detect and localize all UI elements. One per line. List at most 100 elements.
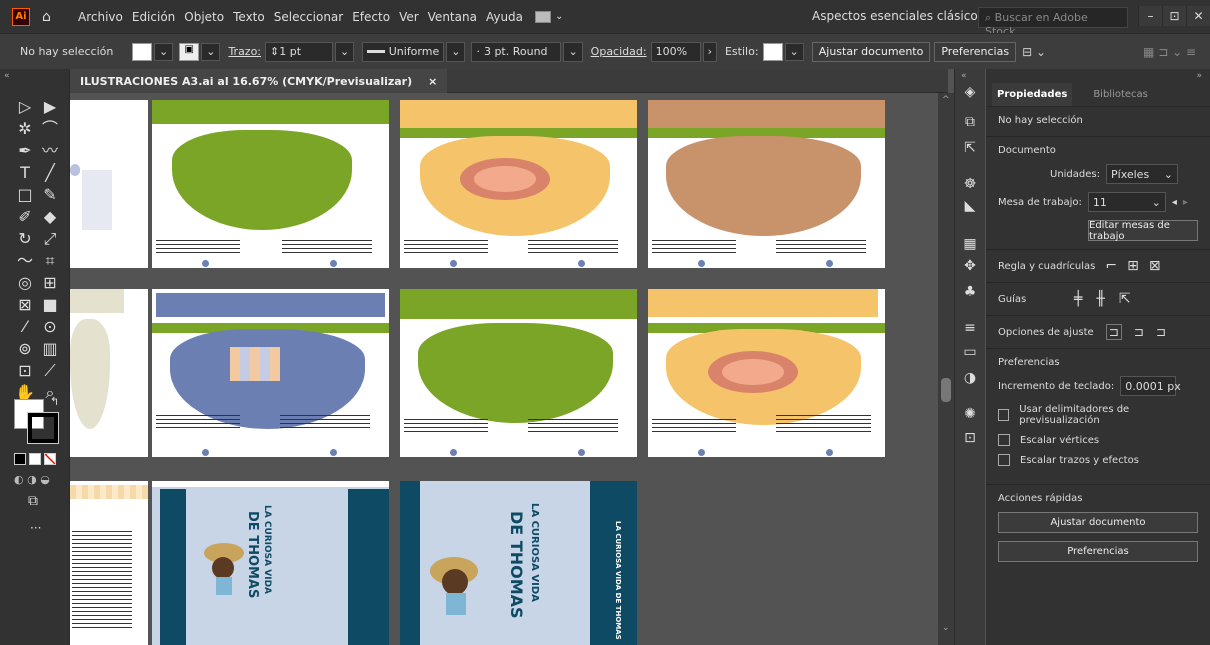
artboard-orange-2[interactable] (648, 289, 885, 457)
variable-width-profile[interactable]: Uniforme (362, 41, 445, 62)
checkbox[interactable] (998, 454, 1010, 466)
style-swatch[interactable] (762, 42, 783, 61)
symbols-icon[interactable]: ♣ (961, 283, 979, 301)
pen-tool-icon[interactable]: ✒ (14, 141, 36, 160)
brushes-icon[interactable]: ✥ (961, 257, 979, 275)
artboards-icon[interactable]: ⧉ (961, 113, 979, 131)
stroke-label[interactable]: Trazo: (228, 45, 261, 58)
color-guide-icon[interactable]: ✺ (961, 405, 979, 423)
vertical-scrollbar[interactable]: ^ ⌄ (938, 93, 954, 645)
menu-edicion[interactable]: Edición (132, 10, 175, 24)
shape-builder-icon[interactable]: ◎ (14, 273, 36, 292)
warp-tool-icon[interactable]: 〜 (14, 251, 36, 270)
artboard-green-2[interactable] (400, 289, 637, 457)
paintbrush-icon[interactable]: ✎ (39, 185, 61, 204)
eyedropper-icon[interactable]: ⁄ (14, 317, 36, 336)
smart-guides-icon[interactable]: ⇱ (1119, 291, 1131, 307)
stroke-weight-dropdown[interactable]: ⌄ (335, 41, 355, 62)
workspace-switcher[interactable]: Aspectos esenciales clásicos ⌄ (812, 9, 998, 23)
artboard-dropdown[interactable]: 11 ⌄ (1087, 192, 1166, 212)
snap-pixel-icon[interactable]: ⊐ (1134, 325, 1144, 339)
stroke-panel-icon[interactable]: ≡ (961, 319, 979, 337)
align-icon[interactable]: ⊟ ⌄ (1022, 45, 1046, 59)
mesh-tool-icon[interactable]: ⊠ (14, 295, 36, 314)
guides-icon[interactable]: ╪ (1074, 291, 1082, 307)
slice-tool-icon[interactable]: ⟋ (39, 361, 61, 380)
swatches-icon[interactable]: ▦ (961, 235, 979, 253)
quick-prefs-button[interactable]: Preferencias (998, 541, 1198, 562)
units-dropdown[interactable]: Píxeles ⌄ (1106, 164, 1178, 184)
more-tools-icon[interactable]: ··· (30, 521, 41, 535)
line-tool-icon[interactable]: ╱ (39, 163, 61, 182)
pixel-grid-icon[interactable]: ⊠ (1149, 258, 1161, 274)
artboard-partial-left[interactable] (70, 100, 148, 268)
asset-export-icon[interactable]: ⇱ (961, 139, 979, 157)
next-artboard-icon[interactable]: ▸ (1183, 197, 1188, 208)
draw-mode-icons[interactable]: ◐ ◑ ◒ (14, 473, 50, 486)
menu-seleccionar[interactable]: Seleccionar (274, 10, 343, 24)
ruler-icon[interactable]: ⌐ (1105, 258, 1117, 274)
artboard-cover-2[interactable]: LA CURIOSA VIDA DE THOMAS LA CURIOSA VID… (400, 481, 637, 645)
checkbox-scale-corners[interactable]: Escalar vértices (998, 434, 1198, 446)
artboard-green-1[interactable] (152, 100, 389, 268)
direct-selection-tool-icon[interactable]: ▶ (39, 97, 61, 116)
tab-properties[interactable]: Propiedades (992, 83, 1073, 106)
opacity-input[interactable]: 100% (650, 41, 701, 62)
none-mode-icon[interactable] (44, 453, 56, 465)
grid-icon[interactable]: ⊞ (1127, 258, 1139, 274)
brush-definition[interactable]: · 3 pt. Round (471, 41, 562, 62)
symbol-sprayer-icon[interactable]: ⊚ (14, 339, 36, 358)
quick-fit-button[interactable]: Ajustar documento (998, 512, 1198, 533)
gradient-mode-icon[interactable] (29, 453, 41, 465)
transform-icon[interactable]: ⊡ (961, 429, 979, 447)
fit-document-button[interactable]: Ajustar documento (811, 41, 931, 62)
stroke-color-box[interactable] (27, 412, 59, 444)
preferences-button[interactable]: Preferencias (934, 41, 1017, 62)
checkbox-scale-strokes[interactable]: Escalar trazos y efectos (998, 454, 1198, 466)
document-tab[interactable]: ILUSTRACIONES A3.ai al 16.67% (CMYK/Prev… (70, 69, 448, 93)
maximize-button[interactable]: ⊡ (1162, 6, 1186, 26)
menu-objeto[interactable]: Objeto (184, 10, 224, 24)
eraser-icon[interactable]: ◆ (39, 207, 61, 226)
type-tool-icon[interactable]: T (14, 163, 36, 182)
scale-tool-icon[interactable]: ⤢ (39, 229, 61, 248)
tab-libraries[interactable]: Bibliotecas (1088, 83, 1153, 106)
artboard-partial-left-2[interactable] (70, 289, 148, 457)
fill-swatch[interactable] (132, 42, 152, 61)
transparency-icon[interactable]: ◑ (961, 369, 979, 387)
artboard-orange-1[interactable] (400, 100, 637, 268)
snap-glyph-icon[interactable]: ⊐ (1156, 325, 1166, 339)
curvature-tool-icon[interactable]: 〰 (39, 141, 61, 160)
opacity-arrow[interactable]: › (702, 41, 717, 62)
appearance-icon[interactable]: ☸ (961, 175, 979, 193)
stroke-dropdown[interactable]: ⌄ (201, 42, 221, 61)
color-mode-icon[interactable] (14, 453, 26, 465)
profile-dropdown[interactable]: ⌄ (446, 41, 466, 62)
gradient-tool-icon[interactable]: ■ (39, 295, 61, 314)
layers-icon[interactable]: ◈ (961, 83, 979, 101)
selection-tool-icon[interactable]: ▷ (14, 97, 36, 116)
screen-mode-icon[interactable]: ⧉ (28, 493, 38, 509)
keyboard-increment-input[interactable]: 0.0001 px (1120, 376, 1181, 396)
artboard-brown-1[interactable] (648, 100, 885, 268)
rotate-tool-icon[interactable]: ↻ (14, 229, 36, 248)
checkbox[interactable] (998, 409, 1010, 421)
lock-guides-icon[interactable]: ╫ (1096, 291, 1104, 307)
chevron-down-icon[interactable]: ⌄ (555, 11, 563, 22)
menu-efecto[interactable]: Efecto (352, 10, 390, 24)
home-icon[interactable]: ⌂ (42, 10, 58, 24)
graphic-styles-icon[interactable]: ◣ (961, 197, 979, 215)
menu-ventana[interactable]: Ventana (428, 10, 477, 24)
edit-artboards-button[interactable]: Editar mesas de trabajo (1088, 220, 1198, 242)
shaper-tool-icon[interactable]: ✐ (14, 207, 36, 226)
stroke-weight-input[interactable]: ⇕ 1 pt (265, 41, 334, 62)
snap-point-icon[interactable]: ⊐ (1105, 324, 1122, 340)
minimize-button[interactable]: – (1138, 6, 1162, 26)
menu-ver[interactable]: Ver (399, 10, 419, 24)
artboard-cover-1[interactable]: LA CURIOSA VIDA DE THOMAS (152, 481, 389, 645)
collapse-icon[interactable]: « (4, 71, 10, 81)
stroke-swatch[interactable]: ▣ (179, 42, 200, 61)
scroll-thumb[interactable] (941, 378, 951, 402)
scroll-down-icon[interactable]: ⌄ (942, 623, 950, 633)
menu-texto[interactable]: Texto (233, 10, 265, 24)
